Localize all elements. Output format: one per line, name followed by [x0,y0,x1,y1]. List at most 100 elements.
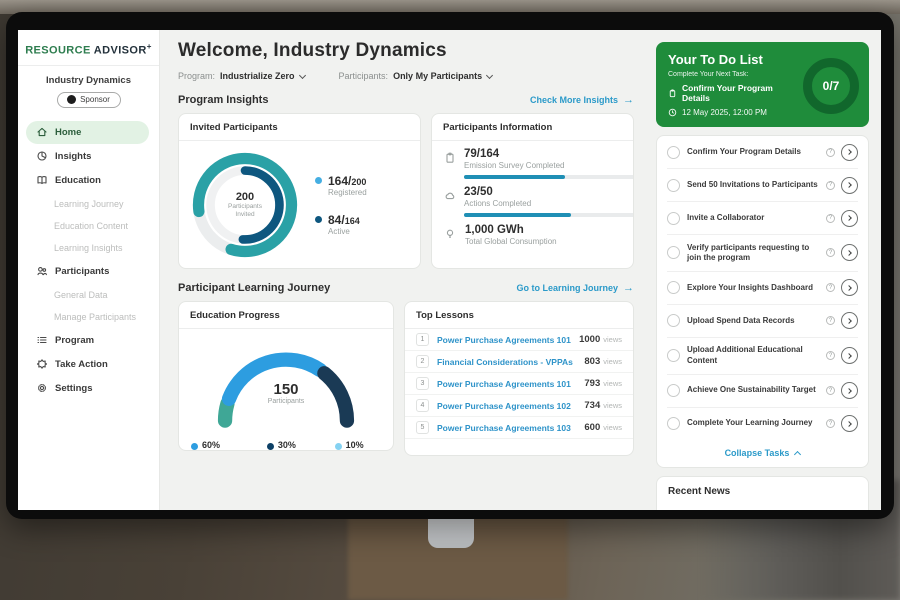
todo-subtitle: Complete Your Next Task: [668,71,803,78]
list-icon [36,334,48,346]
todo-task-complete-learning-journey[interactable]: Complete Your Learning Journey [667,408,858,440]
insights-pie-icon [36,150,48,162]
lesson-row[interactable]: 2 Financial Considerations - VPPAs 803 v… [405,351,633,373]
actions-cloud-icon [444,186,456,217]
main-content: Welcome, Industry Dynamics Program: Indu… [160,30,648,510]
todo-task-explore-insights[interactable]: Explore Your Insights Dashboard [667,272,858,305]
sidebar-item-participants[interactable]: Participants [26,260,149,283]
participants-filter-label: Participants: [339,71,389,81]
sidebar-program-name: Industry Dynamics [18,75,159,86]
actions-completed-stat: 23/50 Actions Completed [444,186,621,217]
sidebar-item-program[interactable]: Program [26,329,149,352]
sponsor-badge[interactable]: Sponsor [57,92,121,108]
info-icon [826,214,835,223]
sidebar-item-insights[interactable]: Insights [26,145,149,168]
go-to-learning-journey-link[interactable]: Go to Learning Journey → [516,282,634,294]
lesson-title-link[interactable]: Power Purchase Agreements 101 [437,335,579,345]
sidebar-item-learning-insights[interactable]: Learning Insights [18,237,159,259]
dashboard-screen: RESOURCE ADVISOR+ Industry Dynamics Spon… [18,30,881,510]
chevron-right-button[interactable] [841,347,858,364]
todo-task-upload-spend-data[interactable]: Upload Spend Data Records [667,305,858,338]
info-icon [826,148,835,157]
lesson-row[interactable]: 3 Power Purchase Agreements 101 793 view… [405,373,633,395]
logo-plus: + [147,42,152,51]
chevron-right-button[interactable] [841,415,858,432]
info-icon [826,351,835,360]
chevron-right-button[interactable] [841,382,858,399]
sidebar-item-learning-journey[interactable]: Learning Journey [18,193,159,215]
clock-icon [668,108,677,117]
todo-task-send-invitations[interactable]: Send 50 Invitations to Participants [667,169,858,202]
checkbox-icon[interactable] [667,384,680,397]
chevron-right-button[interactable] [841,144,858,161]
checkbox-icon[interactable] [667,417,680,430]
lesson-rank-badge: 5 [416,421,429,434]
section-title-program-insights: Program Insights [178,94,268,106]
sidebar-item-label: Insights [55,151,91,162]
info-icon [826,283,835,292]
legend-not-started: 10% Not Started [335,440,381,451]
chevron-right-button[interactable] [841,312,858,329]
checkbox-icon[interactable] [667,349,680,362]
todo-task-verify-participants[interactable]: Verify participants requesting to join t… [667,235,858,272]
participants-filter-value: Only My Participants [393,71,482,81]
checkbox-icon[interactable] [667,179,680,192]
sidebar-item-settings[interactable]: Settings [26,377,149,400]
emission-survey-stat: 79/164 Emission Survey Completed [444,148,621,179]
lesson-row[interactable]: 1 Power Purchase Agreements 101 1000 vie… [405,329,633,351]
donut-center-label: Participants Invited [219,203,271,220]
pending-dot-icon [267,443,274,450]
lesson-title-link[interactable]: Power Purchase Agreements 101 [437,379,584,389]
sidebar-item-general-data[interactable]: General Data [18,284,159,306]
sidebar-item-manage-participants[interactable]: Manage Participants [18,306,159,328]
sidebar-item-education[interactable]: Education [26,169,149,192]
registered-dot-icon [315,177,322,184]
checkbox-icon[interactable] [667,281,680,294]
top-lessons-card: Top Lessons 1 Power Purchase Agreements … [404,301,634,456]
checkbox-icon[interactable] [667,314,680,327]
todo-task-achieve-target[interactable]: Achieve One Sustainability Target [667,375,858,408]
sidebar-item-label: Take Action [55,359,108,370]
participants-filter-dropdown[interactable]: Participants: Only My Participants [339,71,493,81]
todo-progress-ring: 0/7 [803,58,859,114]
sidebar-item-take-action[interactable]: Take Action [26,353,149,376]
lesson-title-link[interactable]: Power Purchase Agreements 102 [437,401,584,411]
collapse-tasks-link[interactable]: Collapse Tasks [667,440,858,467]
chevron-up-icon [794,451,801,458]
todo-summary-card: Your To Do List Complete Your Next Task:… [656,42,869,127]
arrow-right-icon: → [623,282,634,294]
lesson-row[interactable]: 5 Power Purchase Agreements 103 600 view… [405,417,633,439]
chevron-right-button[interactable] [841,177,858,194]
logo-text-secondary: ADVISOR [94,45,147,57]
lesson-rank-badge: 3 [416,377,429,390]
gauge-center-value: 150 [179,381,393,398]
emission-survey-progress-bar [464,175,634,179]
sponsor-badge-label: Sponsor [80,95,110,104]
monitor-bezel: RESOURCE ADVISOR+ Industry Dynamics Spon… [6,12,894,519]
lesson-title-link[interactable]: Power Purchase Agreements 103 [437,423,584,433]
chevron-right-button[interactable] [841,244,858,261]
check-more-insights-link[interactable]: Check More Insights → [530,94,634,106]
todo-task-invite-collaborator[interactable]: Invite a Collaborator [667,202,858,235]
program-filter-dropdown[interactable]: Program: Industrialize Zero [178,71,305,81]
sidebar-item-home[interactable]: Home [26,121,149,144]
todo-due-date: 12 May 2025, 12:00 PM [668,108,803,117]
todo-task-confirm-program[interactable]: Confirm Your Program Details [667,136,858,169]
lesson-row[interactable]: 4 Power Purchase Agreements 102 734 view… [405,395,633,417]
app-logo: RESOURCE ADVISOR+ [18,40,159,66]
checkbox-icon[interactable] [667,146,680,159]
sidebar-item-education-content[interactable]: Education Content [18,215,159,237]
chevron-right-button[interactable] [841,210,858,227]
sidebar-item-label: Home [55,127,81,138]
info-icon [826,248,835,257]
info-icon [826,316,835,325]
checkbox-icon[interactable] [667,246,680,259]
info-icon [826,419,835,428]
chevron-right-button[interactable] [841,279,858,296]
todo-task-upload-educational-content[interactable]: Upload Additional Educational Content [667,338,858,375]
lesson-title-link[interactable]: Financial Considerations - VPPAs [437,357,584,367]
sidebar-item-label: Settings [55,383,92,394]
checkbox-icon[interactable] [667,212,680,225]
participants-information-card: Participants Information 79/164 Emission… [431,113,634,269]
sponsor-icon [67,95,76,104]
